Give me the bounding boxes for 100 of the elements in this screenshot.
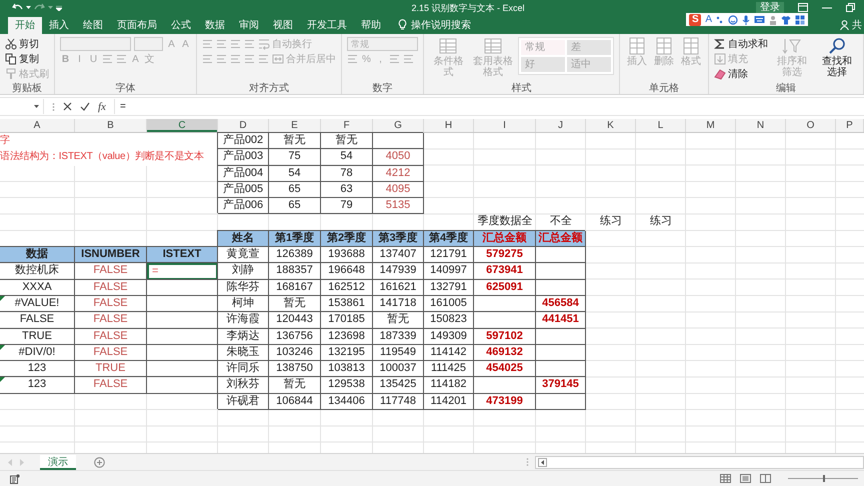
column-header[interactable]: H <box>424 119 474 132</box>
customize-caret-icon[interactable] <box>56 6 62 10</box>
column-header[interactable]: L <box>636 119 686 132</box>
column-header[interactable]: K <box>586 119 636 132</box>
table-cell: 170185 <box>321 312 373 329</box>
column-header[interactable]: N <box>736 119 786 132</box>
ribbon-tab[interactable]: 绘图 <box>76 17 110 34</box>
table-cell: 379145 <box>536 377 586 394</box>
table-cell: 196648 <box>321 263 373 280</box>
microphone-icon[interactable] <box>742 14 750 24</box>
ime-logo[interactable]: S <box>689 14 702 26</box>
button-label: 排序和筛选 <box>776 56 808 78</box>
ime-mode[interactable]: A <box>705 14 712 25</box>
table-cell: 暂无 <box>321 133 373 150</box>
ribbon-button[interactable]: 剪切 <box>5 37 39 51</box>
table-cell: 63 <box>321 182 373 198</box>
ribbon-tab[interactable]: 插入 <box>42 17 76 34</box>
column-header[interactable]: C <box>147 119 218 132</box>
cell-text: 123 <box>28 378 46 390</box>
scroll-right-icon[interactable] <box>19 458 24 466</box>
page-break-icon[interactable] <box>760 474 771 483</box>
caret-icon[interactable] <box>34 104 39 108</box>
insert-function-button[interactable]: fx <box>98 100 106 112</box>
merge-cells-icon <box>272 53 284 65</box>
punctuation-icon[interactable] <box>716 14 724 24</box>
column-header[interactable]: I <box>474 119 536 132</box>
page-layout-icon[interactable] <box>740 474 751 483</box>
button-label: 复制 <box>19 52 39 66</box>
sheet-tab[interactable]: 演示 <box>40 454 76 470</box>
macro-record-icon[interactable] <box>10 474 20 484</box>
add-sheet-button[interactable] <box>94 456 105 468</box>
group-label: 编辑 <box>774 82 797 94</box>
person-icon[interactable] <box>840 20 849 30</box>
restore-icon[interactable] <box>846 2 856 12</box>
shirt-icon[interactable] <box>781 14 791 24</box>
column-heading: 姓名 <box>218 230 269 248</box>
column-header[interactable]: F <box>321 119 373 132</box>
table-cell: 114201 <box>424 394 474 410</box>
button-label: 格式刷 <box>19 68 49 81</box>
ribbon-tab[interactable]: 数据 <box>198 17 232 34</box>
column-header[interactable]: P <box>836 119 864 132</box>
column-header[interactable]: A <box>0 119 75 132</box>
ribbon-options-icon[interactable] <box>798 2 808 12</box>
ribbon-tab[interactable]: 开发工具 <box>300 17 354 34</box>
ribbon-tab[interactable]: 审阅 <box>232 17 266 34</box>
share-text[interactable]: 共 <box>849 17 864 34</box>
table-cell: XXXA <box>0 280 75 296</box>
column-header[interactable]: M <box>686 119 736 132</box>
button-label: 条件格式 <box>432 56 464 78</box>
table-cell: 135425 <box>373 377 424 394</box>
horizontal-scrollbar[interactable] <box>535 456 864 468</box>
note-text: 语法结构为：ISTEXT（value）判断是不是文本 <box>0 149 218 166</box>
check-icon[interactable] <box>80 102 90 111</box>
grid-icon[interactable] <box>795 14 805 24</box>
button-label: 合并后居中 <box>286 52 336 66</box>
eraser-icon <box>714 68 726 80</box>
ribbon-tab[interactable]: 开始 <box>8 17 42 34</box>
caret-icon[interactable] <box>26 6 31 10</box>
table-cell: 469132 <box>474 344 536 362</box>
column-header[interactable]: E <box>269 119 321 132</box>
copy-icon <box>5 53 17 65</box>
ribbon-button[interactable]: 清除 <box>714 67 748 81</box>
group-label: 字体 <box>114 82 136 94</box>
ribbon-tab[interactable]: 页面布局 <box>110 17 164 34</box>
table-cell: 141718 <box>373 296 424 312</box>
sign-in-button[interactable]: 登录 <box>756 2 784 12</box>
emoji-icon[interactable] <box>728 14 738 24</box>
keyboard-icon[interactable] <box>754 15 765 24</box>
tell-me-search[interactable]: 操作说明搜索 <box>411 17 471 34</box>
table-cell: 188357 <box>269 263 321 280</box>
ribbon-tab[interactable]: 视图 <box>266 17 300 34</box>
scroll-left-icon[interactable] <box>538 458 547 466</box>
column-heading: 汇总金额 <box>474 230 536 248</box>
cell-text: 季度数据全 <box>476 214 534 230</box>
column-header[interactable]: D <box>218 119 269 132</box>
normal-view-icon[interactable] <box>720 474 731 483</box>
column-header[interactable]: G <box>373 119 424 132</box>
table-cell: 产品003 <box>218 149 269 166</box>
lightbulb-icon[interactable] <box>398 19 407 30</box>
table-cell: 126389 <box>269 247 321 264</box>
formula-field[interactable]: = <box>114 99 864 114</box>
cancel-icon[interactable] <box>63 102 72 111</box>
ribbon-tab[interactable]: 公式 <box>164 17 198 34</box>
column-header[interactable]: J <box>536 119 586 132</box>
table-cell: 数控机床 <box>0 263 75 280</box>
table-cell: 114182 <box>424 377 474 394</box>
table-cell: 许海霞 <box>218 312 269 329</box>
column-heading: 汇总金额 <box>536 230 586 248</box>
table-cell: 153861 <box>321 296 373 312</box>
table-cell: 129538 <box>321 377 373 394</box>
table-cell: 78 <box>321 166 373 182</box>
table-cell: 75 <box>269 149 321 166</box>
column-header[interactable]: O <box>786 119 836 132</box>
ribbon-tab[interactable]: 帮助 <box>354 17 388 34</box>
active-cell[interactable]: = <box>147 263 218 280</box>
ribbon-button[interactable]: 复制 <box>5 52 39 66</box>
table-cell: 456584 <box>536 296 586 312</box>
column-heading: 第3季度 <box>373 230 424 248</box>
ribbon-button[interactable]: 查找和选择 <box>816 37 858 78</box>
ribbon-button[interactable]: 自动求和 <box>714 37 768 51</box>
